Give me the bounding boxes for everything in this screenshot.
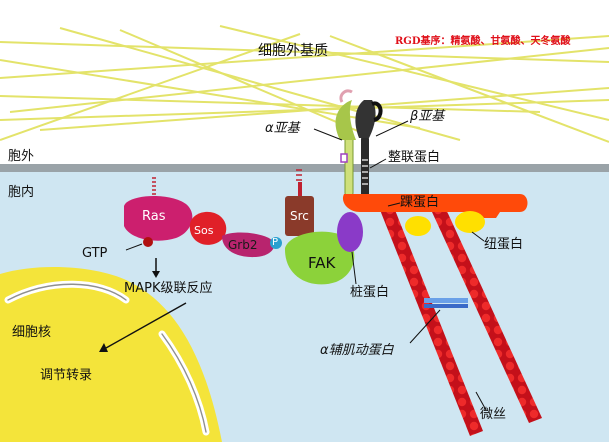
ecm-label: 细胞外基质 [258, 43, 328, 59]
microfilament-label: 微丝 [480, 407, 507, 422]
grb2-label: Grb2 [228, 238, 258, 252]
alpha-subunit-label: α亚基 [265, 121, 300, 136]
talin-label: 踝蛋白 [400, 195, 440, 210]
vinculin-label: 纽蛋白 [484, 237, 524, 252]
mapk-cascade-label: MAPK级联反应 [124, 281, 213, 296]
plasma-membrane [0, 164, 609, 172]
nucleus-label: 细胞核 [12, 325, 52, 340]
sos-label: Sos [194, 224, 214, 237]
intracellular-label: 胞内 [8, 185, 35, 200]
phospho-p-label: P [272, 237, 279, 248]
fak-label: FAK [308, 254, 336, 272]
beta-subunit-label: β亚基 [410, 109, 445, 124]
transcription-regulation-label: 调节转录 [40, 368, 93, 383]
src-label: Src [290, 209, 309, 223]
integrin-label: 整联蛋白 [388, 150, 441, 165]
diagram-canvas: 细胞外基质 RGD基序：精氨酸、甘氨酸、天冬氨酸 胞外 胞内 α亚基 β亚基 整… [0, 0, 609, 442]
paxillin-label: 桩蛋白 [350, 285, 390, 300]
alpha-actinin-protein [424, 298, 468, 308]
gtp-label: GTP [82, 246, 108, 261]
alpha-actinin-label: α辅肌动蛋白 [320, 343, 394, 358]
extracellular-label: 胞外 [8, 149, 35, 164]
paxillin-protein [337, 212, 363, 252]
extracellular-region [0, 0, 609, 168]
gtp-dot [143, 237, 153, 247]
rgd-motif-label: RGD基序：精氨酸、甘氨酸、天冬氨酸 [395, 36, 571, 47]
ras-label: Ras [142, 209, 166, 224]
